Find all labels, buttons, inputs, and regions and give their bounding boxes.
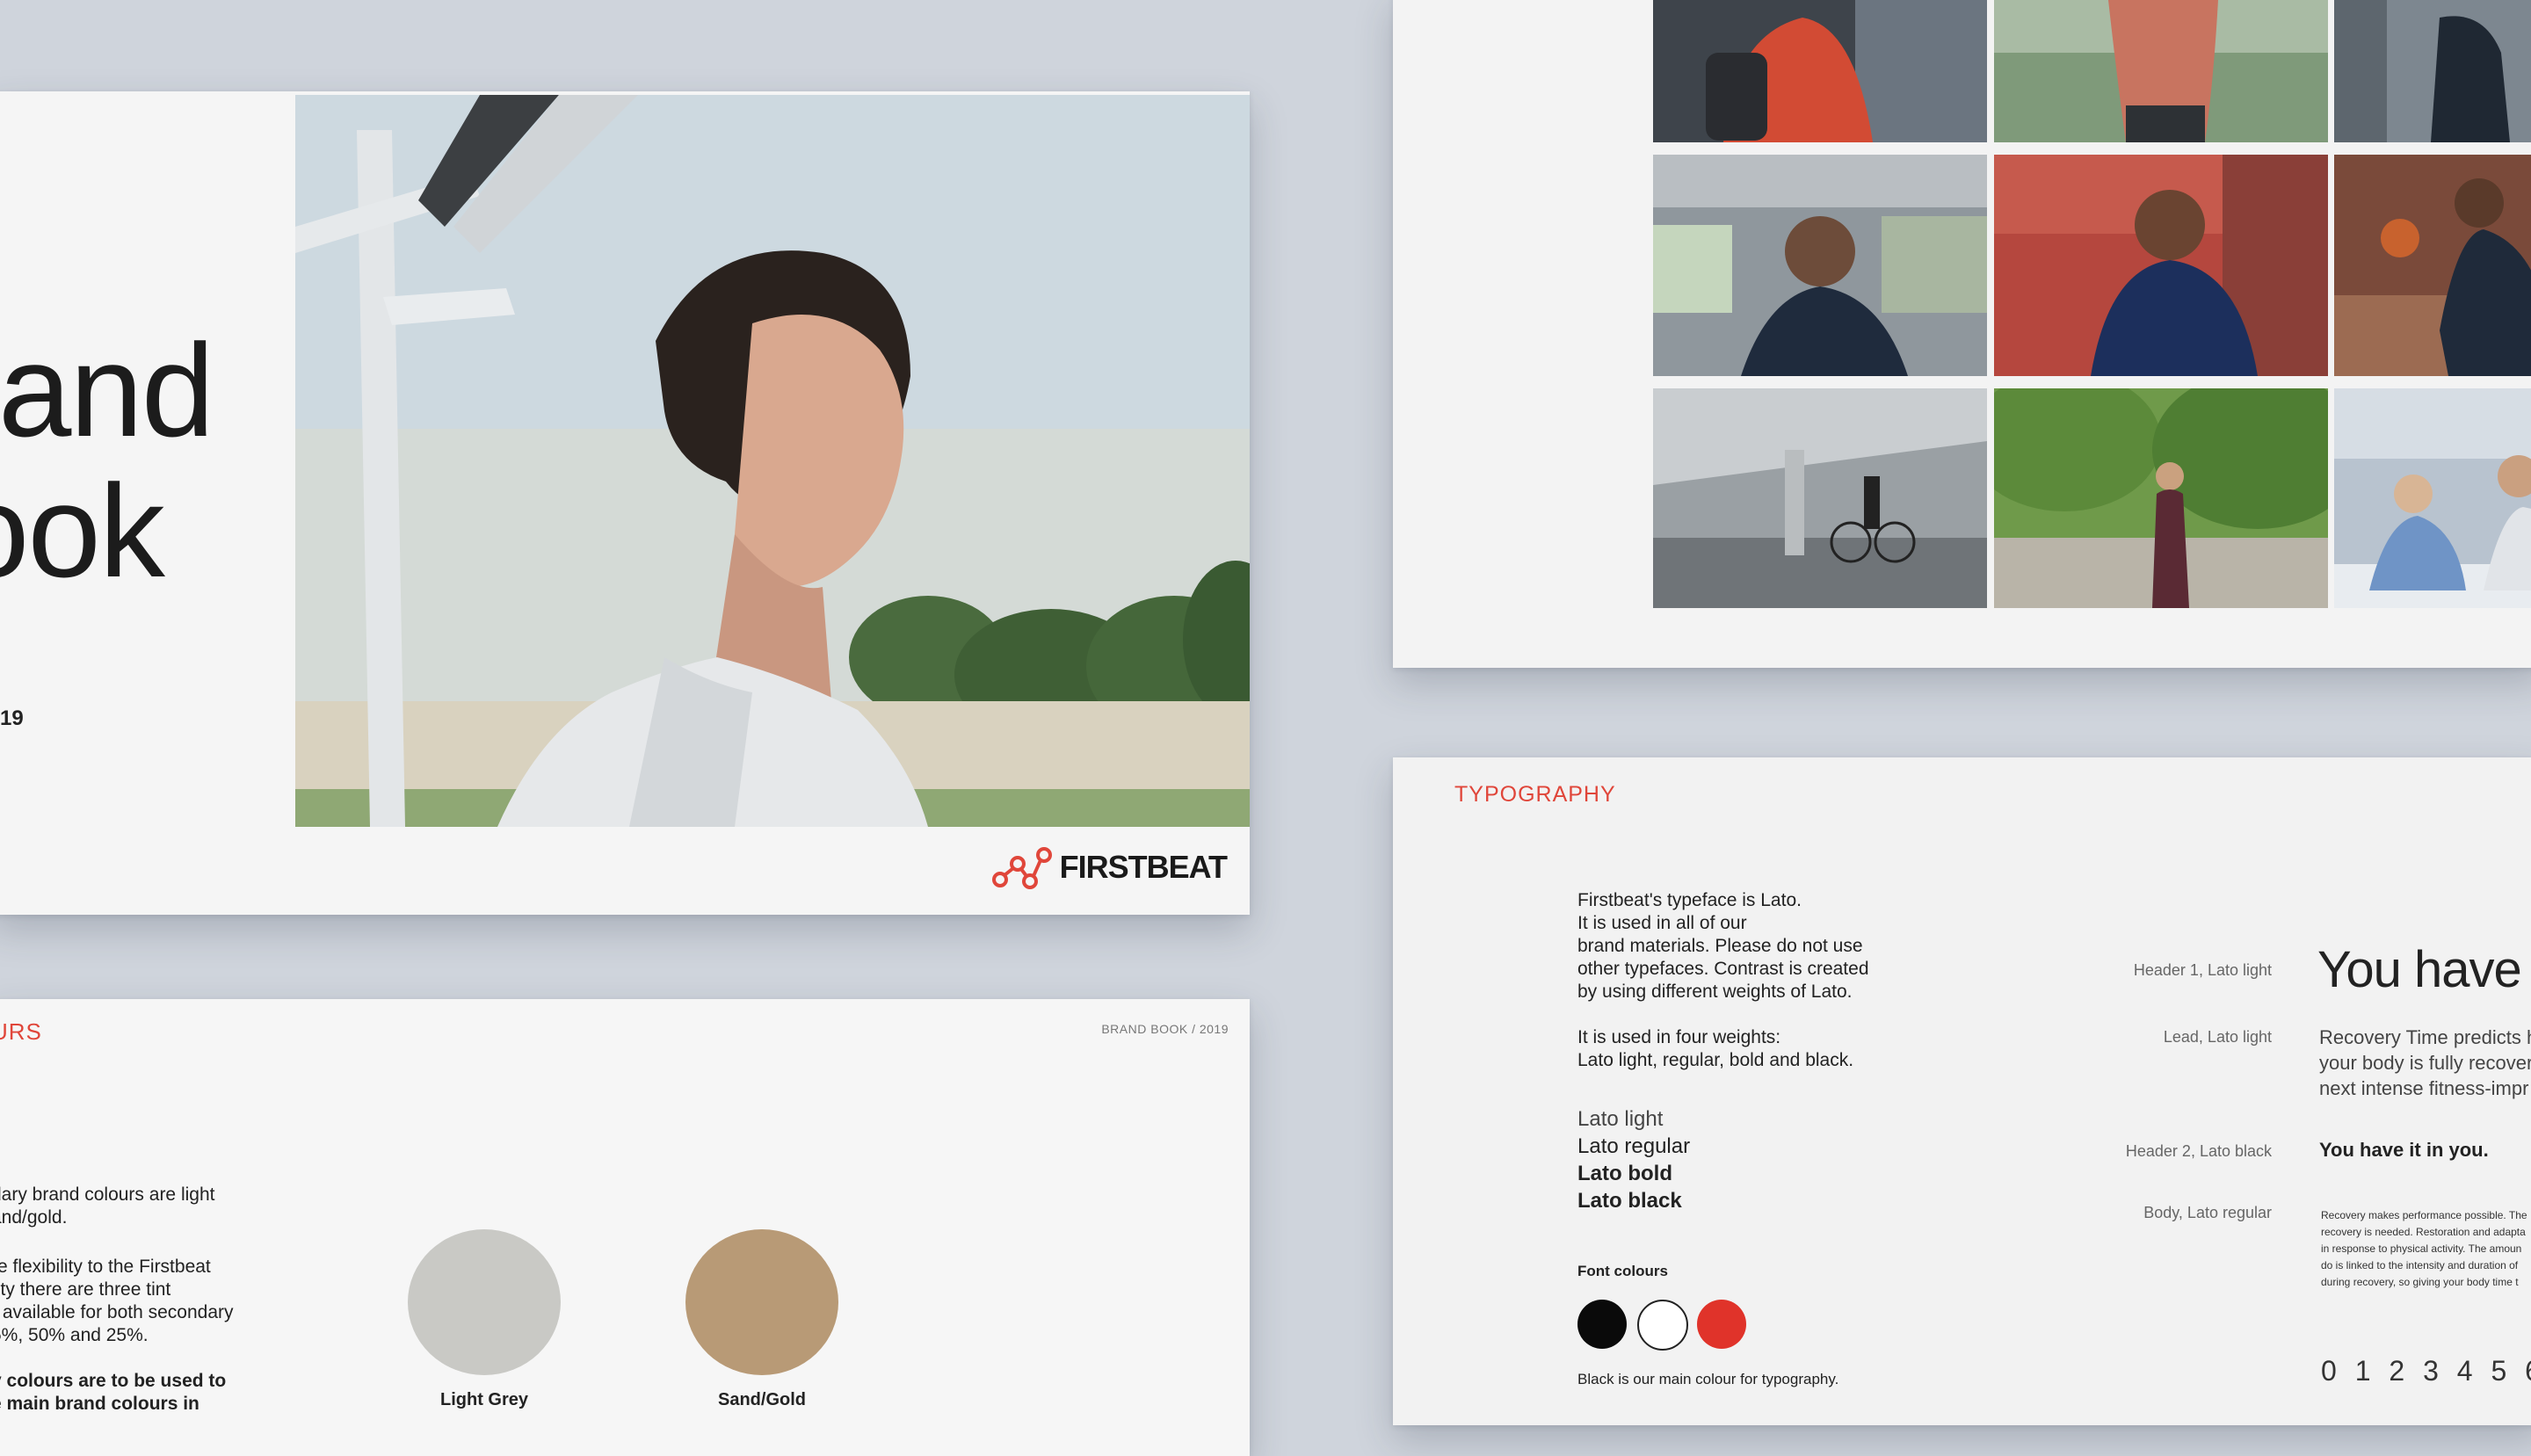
weight-samples: Lato light Lato regular Lato bold Lato b… [1577, 1105, 1690, 1214]
typeface-intro-text: Firstbeat's typeface is Lato. It is used… [1577, 890, 1869, 1002]
cover-year: 19 [0, 706, 24, 730]
spec-label-lead: Lead, Lato light [2163, 1028, 2272, 1046]
brand-book-meta: BRAND BOOK / 2019 [1101, 1022, 1229, 1036]
cover-title-line-2: ook [0, 457, 165, 605]
photo-car-illustration [1653, 155, 1987, 376]
font-colour-black-swatch [1577, 1300, 1627, 1349]
spec-label-body: Body, Lato regular [2143, 1204, 2272, 1221]
firstbeat-logo-text: FIRSTBEAT [1059, 849, 1228, 885]
photo-runner-back [1994, 0, 2328, 142]
photo-park-illustration [1994, 388, 2328, 608]
spec-label-header2: Header 2, Lato black [2125, 1142, 2272, 1160]
sample-header2: You have it in you. [2319, 1139, 2489, 1161]
light-grey-swatch [408, 1229, 561, 1375]
photo-urban-runner [2334, 0, 2531, 142]
font-colour-red-swatch [1697, 1300, 1746, 1349]
colours-paragraph-2: re flexibility to the Firstbeat tity the… [0, 1257, 234, 1345]
colours-paragraph-1: dary brand colours are light and/gold. [0, 1184, 215, 1228]
sand-gold-swatch [685, 1229, 838, 1375]
cover-title-line-1: rand [0, 316, 214, 464]
weight-black: Lato black [1577, 1189, 1682, 1213]
colours-paragraph-3: y colours are to be used to e main brand… [0, 1371, 227, 1414]
cover-title: rand ook [0, 316, 214, 605]
sample-body: Recovery makes performance possible. The… [2321, 1209, 2527, 1288]
photo-stadium-illustration [1994, 155, 2328, 376]
photo-man-in-car [1653, 155, 1987, 376]
photo-hiker-illustration [1653, 0, 1987, 142]
weight-regular: Lato regular [1577, 1134, 1691, 1158]
sand-gold-label: Sand/Gold [718, 1390, 806, 1409]
colours-section-label: URS [0, 1018, 42, 1045]
photography-grid-page [1393, 0, 2531, 668]
sample-lead: Recovery Time predicts h your body is fu… [2319, 1026, 2531, 1099]
photo-hiker-red-jacket [1653, 0, 1987, 142]
font-colours-label: Font colours [1577, 1263, 1668, 1279]
photo-office-illustration [2334, 388, 2531, 608]
font-colours-note: Black is our main colour for typography. [1577, 1371, 1839, 1387]
photo-urban-runner-illustration [2334, 0, 2531, 142]
firstbeat-logo-icon [991, 847, 1052, 889]
light-grey-label: Light Grey [439, 1390, 528, 1409]
brand-colours-page: URS BRAND BOOK / 2019 dary brand colours… [0, 999, 1250, 1456]
photo-dribble-illustration [2334, 155, 2531, 376]
weight-bold: Lato bold [1577, 1162, 1672, 1185]
weights-intro-text: It is used in four weights: Lato light, … [1577, 1027, 1854, 1070]
brand-book-cover-page: rand ook 19 [0, 91, 1250, 915]
typography-section-label: TYPOGRAPHY [1454, 782, 1616, 807]
photo-basketball-player-stadium [1994, 155, 2328, 376]
cover-photo-woman [295, 95, 1250, 827]
photo-office-meeting [2334, 388, 2531, 608]
numerals-sample: 0 1 2 3 4 5 6 7 [2321, 1355, 2531, 1387]
photo-cyclist-underpass [1653, 388, 1987, 608]
cover-photo-illustration [295, 95, 1250, 827]
photo-cyclist-illustration [1653, 388, 1987, 608]
photo-woman-walking-park [1994, 388, 2328, 608]
photo-basketball-dribble [2334, 155, 2531, 376]
font-colour-white-swatch [1637, 1300, 1688, 1351]
firstbeat-logo: FIRSTBEAT [991, 844, 1228, 890]
sample-header1: You have i [2317, 941, 2531, 998]
weight-light: Lato light [1577, 1107, 1664, 1131]
typography-page: TYPOGRAPHY Firstbeat's typeface is Lato.… [1393, 757, 2531, 1425]
spec-label-header1: Header 1, Lato light [2133, 961, 2272, 979]
photo-runner-illustration [1994, 0, 2328, 142]
